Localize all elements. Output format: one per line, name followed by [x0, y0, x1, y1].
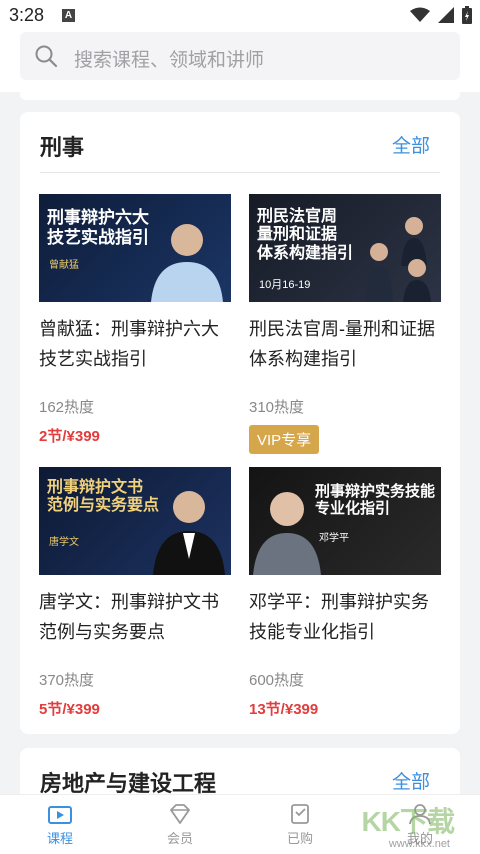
thumbnail-name: 曾献猛: [49, 260, 79, 271]
course-heat: 600热度: [249, 672, 305, 689]
thumbnail-name: 邓学平: [319, 533, 349, 544]
video-icon: [48, 806, 72, 824]
wifi-icon: [410, 7, 430, 22]
search-icon: [35, 45, 58, 68]
presenter-photo-icon: [151, 224, 223, 302]
course-heat: 310热度: [249, 399, 305, 416]
course-title: 唐学文：刑事辩护文书范例与实务要点: [39, 592, 219, 642]
course-card[interactable]: 刑事辩护实务技能 专业化指引 邓学平 邓学平：刑事辩护实务技能专业化指引 600…: [249, 467, 441, 719]
tab-membership[interactable]: 会员: [120, 795, 240, 854]
tab-courses[interactable]: 课程: [0, 795, 120, 854]
divider: [40, 172, 440, 173]
course-price: 2节/¥399: [39, 428, 100, 445]
view-all-link[interactable]: 全部: [392, 767, 430, 794]
course-price: 5节/¥399: [39, 701, 100, 718]
previous-card-edge: [20, 92, 460, 100]
course-thumbnail[interactable]: 刑事辩护六大 技艺实战指引 曾献猛: [39, 194, 231, 302]
search-placeholder: 搜索课程、领域和讲师: [74, 50, 265, 71]
thumbnail-headline: 刑事辩护文书 范例与实务要点: [47, 479, 160, 515]
course-thumbnail[interactable]: 刑民法官周 量刑和证据 体系构建指引 10月16-19: [249, 194, 441, 302]
thumbnail-headline: 刑事辩护六大 技艺实战指引: [47, 208, 149, 247]
vip-badge: VIP专享: [249, 425, 320, 454]
search-input[interactable]: 搜索课程、领域和讲师: [20, 32, 460, 80]
section-title: 刑事: [40, 135, 85, 160]
course-title: 邓学平：刑事辩护实务技能专业化指引: [249, 592, 429, 642]
course-card[interactable]: 刑事辩护六大 技艺实战指引 曾献猛 曾献猛：刑事辩护六大技艺实战指引 162热度…: [39, 194, 231, 446]
course-title: 曾献猛：刑事辩护六大技艺实战指引: [39, 319, 219, 369]
purchased-icon: [291, 804, 309, 824]
status-bar: 3:28 A: [0, 0, 480, 30]
watermark-logo: KK下载: [361, 806, 455, 837]
thumbnail-name: 唐学文: [49, 537, 79, 548]
thumbnail-date: 10月16-19: [259, 279, 311, 291]
category-card-criminal: 刑事 全部 刑事辩护六大 技艺实战指引 曾献猛 曾献猛：刑事辩护六大技艺实战指引…: [20, 112, 460, 734]
course-thumbnail[interactable]: 刑事辩护文书 范例与实务要点 唐学文: [39, 467, 231, 575]
signal-icon: [438, 7, 454, 23]
status-icons: [410, 6, 472, 24]
battery-icon: [462, 6, 472, 24]
tab-purchased[interactable]: 已购: [240, 795, 360, 854]
tab-label: 会员: [166, 831, 193, 846]
notification-a-icon: A: [62, 9, 75, 22]
course-title: 刑民法官周-量刑和证据体系构建指引: [249, 319, 435, 369]
watermark-url: www.kkx.net: [388, 838, 450, 850]
tab-label: 课程: [46, 831, 73, 846]
view-all-link[interactable]: 全部: [392, 131, 430, 158]
course-thumbnail[interactable]: 刑事辩护实务技能 专业化指引 邓学平: [249, 467, 441, 575]
thumbnail-headline: 刑民法官周 量刑和证据 体系构建指引: [257, 208, 354, 262]
presenter-photo-icon: [153, 491, 225, 575]
diamond-icon: [170, 804, 190, 824]
tab-label: 已购: [286, 831, 313, 846]
thumbnail-headline: 刑事辩护实务技能 专业化指引: [315, 483, 436, 518]
presenters-photo-icon: [365, 217, 431, 302]
search-bar-area: 搜索课程、领域和讲师: [0, 30, 480, 92]
course-price: 13节/¥399: [249, 701, 319, 718]
status-time: 3:28: [9, 5, 45, 25]
course-heat: 162热度: [39, 399, 95, 416]
course-card[interactable]: 刑民法官周 量刑和证据 体系构建指引 10月16-19 刑民法官周-量刑和证据体…: [249, 194, 441, 454]
course-card[interactable]: 刑事辩护文书 范例与实务要点 唐学文 唐学文：刑事辩护文书范例与实务要点 370…: [39, 467, 231, 719]
course-heat: 370热度: [39, 672, 95, 689]
